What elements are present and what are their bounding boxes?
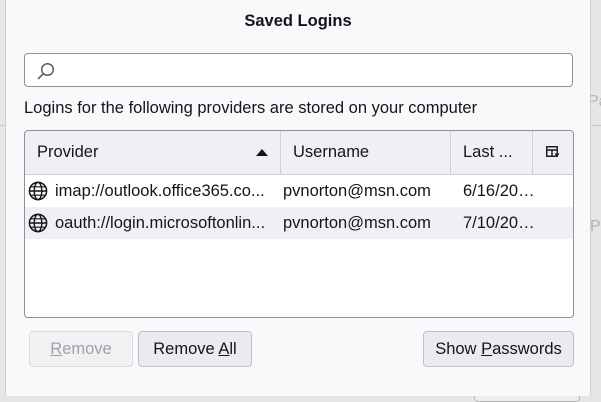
- access-key: P: [481, 340, 493, 358]
- column-header-provider[interactable]: Provider: [25, 131, 280, 174]
- button-label: Remove: [153, 340, 219, 358]
- access-key: R: [50, 340, 63, 358]
- background-fragment: P: [590, 218, 601, 235]
- table-header: Provider Username Last ...: [25, 131, 573, 175]
- column-header-label: Username: [293, 143, 370, 161]
- sort-ascending-icon: [256, 149, 268, 156]
- username-cell: pvnorton@msn.com: [283, 182, 431, 200]
- column-header-last-changed[interactable]: Last ...: [450, 131, 532, 174]
- table-row[interactable]: imap://outlook.office365.co... pvnorton@…: [25, 175, 573, 207]
- column-header-label: Provider: [37, 143, 99, 161]
- background-divider: [591, 125, 601, 126]
- provider-cell: imap://outlook.office365.co...: [55, 182, 265, 200]
- search-field[interactable]: [24, 53, 573, 88]
- access-key: A: [218, 340, 230, 358]
- column-picker-icon: [546, 146, 560, 157]
- button-label: asswords: [492, 340, 562, 358]
- column-header-label: Last ...: [463, 143, 513, 161]
- globe-icon: [28, 181, 48, 201]
- button-label: ll: [229, 340, 237, 358]
- remove-button[interactable]: Remove: [29, 331, 133, 367]
- table-row[interactable]: oauth://login.microsoftonlin... pvnorton…: [25, 207, 573, 239]
- show-passwords-button[interactable]: Show Passwords: [423, 331, 574, 367]
- saved-logins-dialog: Saved Logins Logins for the following pr…: [5, 0, 591, 396]
- column-picker-button[interactable]: [532, 131, 573, 174]
- button-label: emove: [62, 340, 112, 358]
- remove-all-button[interactable]: Remove All: [138, 331, 252, 367]
- last-changed-cell: 6/16/202...: [463, 182, 535, 200]
- button-label: Show: [435, 340, 482, 358]
- globe-icon: [28, 213, 48, 233]
- logins-table: Provider Username Last ... imap://outloo…: [24, 130, 574, 318]
- providers-description: Logins for the following providers are s…: [24, 99, 478, 117]
- provider-cell: oauth://login.microsoftonlin...: [55, 214, 266, 232]
- last-changed-cell: 7/10/202...: [463, 214, 535, 232]
- search-input[interactable]: [63, 54, 567, 88]
- search-icon: [37, 62, 55, 80]
- dialog-title: Saved Logins: [244, 12, 352, 30]
- username-cell: pvnorton@msn.com: [283, 214, 431, 232]
- column-header-username[interactable]: Username: [280, 131, 450, 174]
